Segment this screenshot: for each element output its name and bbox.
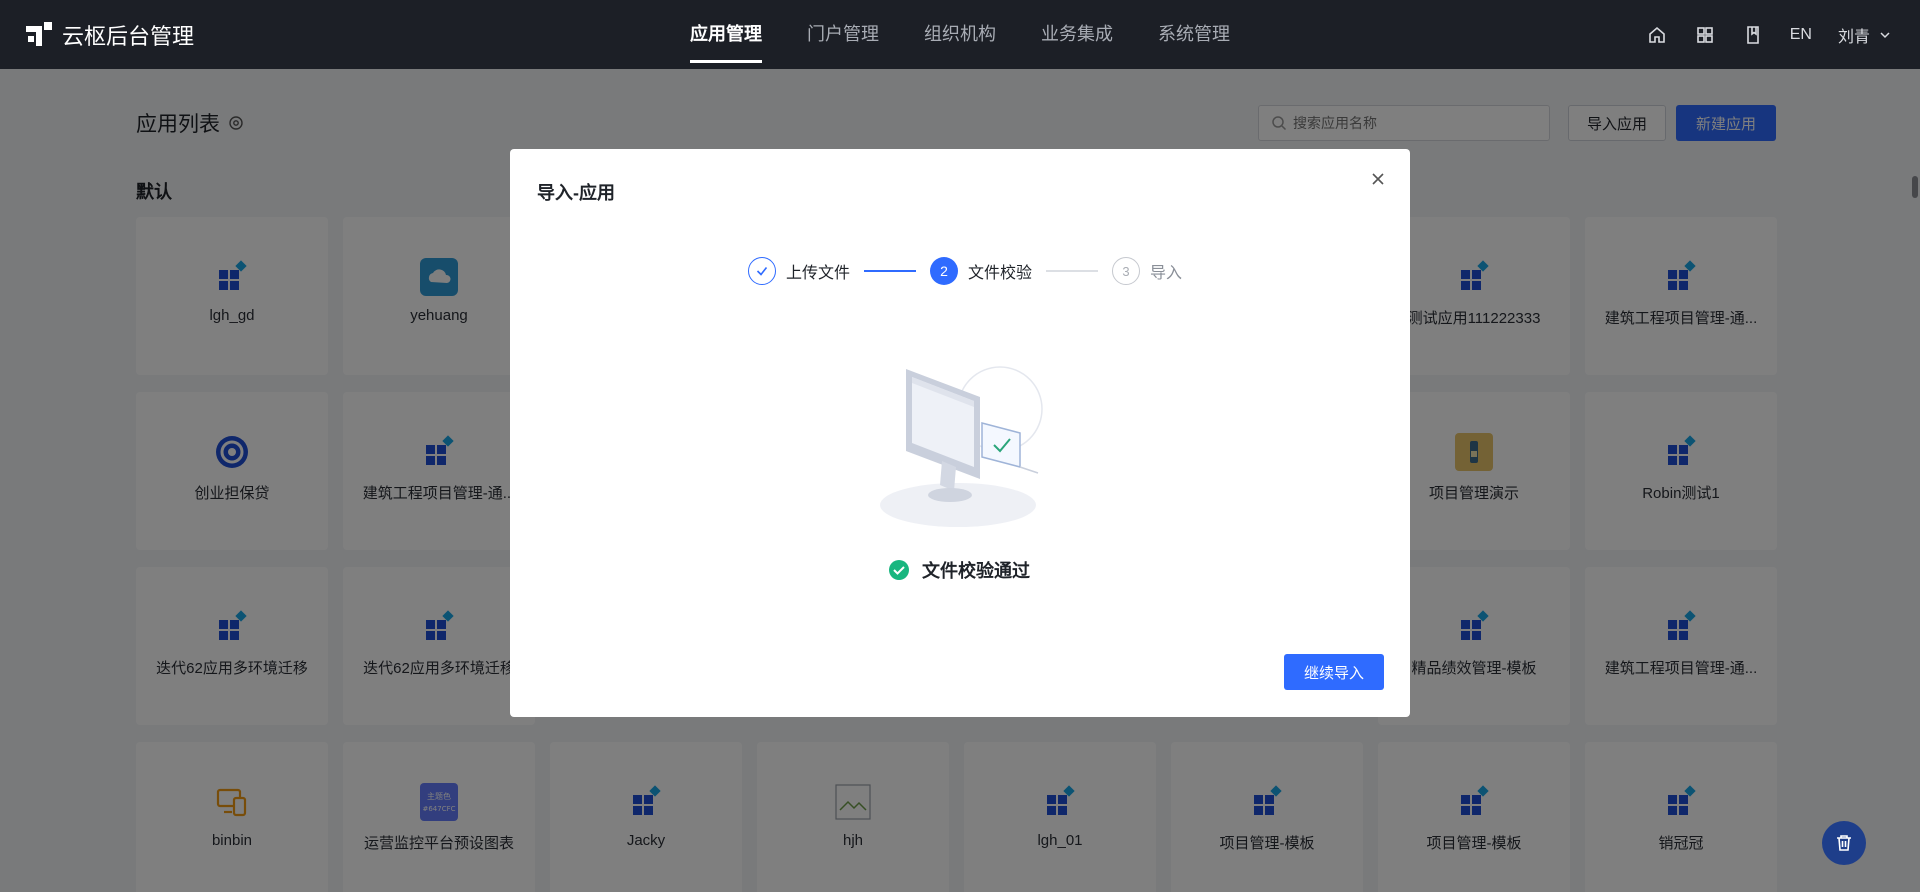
book-icon[interactable] xyxy=(1742,24,1764,46)
recycle-bin-button[interactable] xyxy=(1822,821,1866,865)
step-connector xyxy=(1046,270,1099,272)
language-switch[interactable]: EN xyxy=(1790,26,1812,44)
top-nav: 应用管理 门户管理 组织机构 业务集成 系统管理 xyxy=(690,0,1230,69)
brand[interactable]: 云枢后台管理 xyxy=(26,0,194,69)
step-import: 3 导入 xyxy=(1112,257,1182,285)
step-label: 上传文件 xyxy=(786,265,851,282)
verify-result: 文件校验通过 xyxy=(888,557,1030,583)
step-label: 导入 xyxy=(1150,265,1183,282)
import-steps: 上传文件 2 文件校验 3 导入 xyxy=(748,257,1182,285)
step-number: 2 xyxy=(930,257,959,285)
continue-import-button[interactable]: 继续导入 xyxy=(1284,654,1384,690)
step-upload-file: 上传文件 xyxy=(748,257,850,285)
chevron-down-icon xyxy=(1880,31,1890,38)
step-number: 3 xyxy=(1112,257,1141,285)
close-icon[interactable] xyxy=(1366,167,1390,191)
top-navigation-bar: 云枢后台管理 应用管理 门户管理 组织机构 业务集成 系统管理 EN 刘青 xyxy=(0,0,1920,69)
user-name: 刘青 xyxy=(1837,28,1870,46)
app-title: 云枢后台管理 xyxy=(62,23,195,49)
computer-check-illustration xyxy=(870,349,1070,529)
nav-tab-business-integration[interactable]: 业务集成 xyxy=(1041,0,1113,69)
success-check-icon xyxy=(889,560,909,580)
verify-result-text: 文件校验通过 xyxy=(922,561,1030,581)
step-file-verify: 2 文件校验 xyxy=(930,257,1032,285)
check-icon xyxy=(748,257,776,285)
top-right-tools: EN 刘青 xyxy=(1646,0,1892,69)
nav-tab-app-management[interactable]: 应用管理 xyxy=(690,0,762,69)
nav-tab-portal-management[interactable]: 门户管理 xyxy=(807,0,879,69)
step-connector xyxy=(864,270,917,272)
home-icon[interactable] xyxy=(1646,24,1668,46)
modal-title: 导入-应用 xyxy=(537,183,615,203)
import-app-modal: 导入-应用 上传文件 2 文件校验 3 导入 文件校验通过 继续导入 xyxy=(510,149,1410,717)
step-label: 文件校验 xyxy=(968,265,1033,282)
trash-icon xyxy=(1837,835,1851,851)
user-menu[interactable]: 刘青 xyxy=(1838,23,1892,47)
nav-tab-organization[interactable]: 组织机构 xyxy=(924,0,996,69)
grid-apps-icon[interactable] xyxy=(1694,24,1716,46)
brand-logo-icon xyxy=(26,21,52,48)
nav-tab-system-management[interactable]: 系统管理 xyxy=(1158,0,1230,69)
